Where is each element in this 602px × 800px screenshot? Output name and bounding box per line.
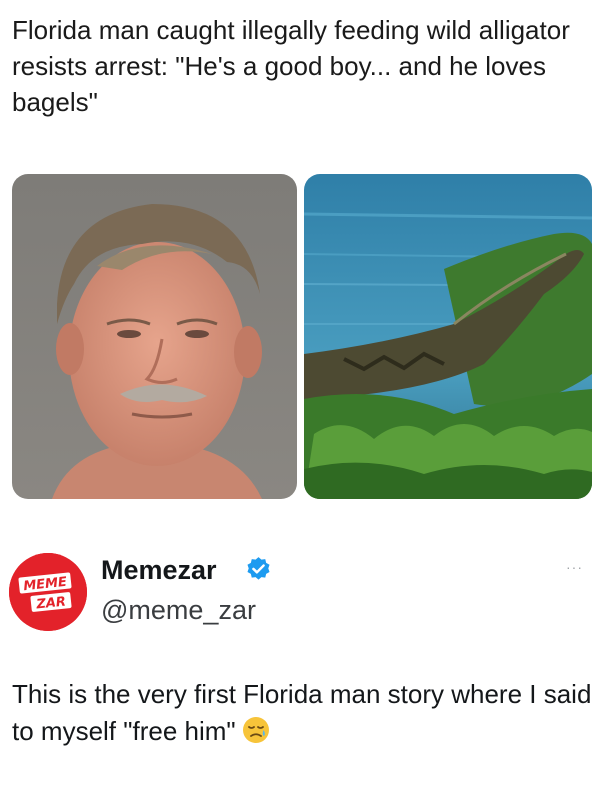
tweet-text: This is the very first Florida man story… <box>12 679 592 746</box>
verified-badge-icon <box>247 557 270 580</box>
memezar-logo: MEME ZAR <box>9 553 87 631</box>
display-name[interactable]: Memezar <box>101 554 217 586</box>
tweet-body: This is the very first Florida man story… <box>12 676 592 750</box>
more-options-icon[interactable]: ··· <box>566 559 583 575</box>
mugshot-photo[interactable] <box>12 174 297 499</box>
alligator-photo[interactable] <box>304 174 592 499</box>
mugshot-image <box>12 174 297 499</box>
sad-relieved-face-emoji <box>242 717 269 743</box>
photo-grid <box>12 174 592 499</box>
avatar-text-line2: ZAR <box>35 594 67 612</box>
handle[interactable]: @meme_zar <box>101 593 256 627</box>
avatar[interactable]: MEME ZAR <box>9 553 87 631</box>
alligator-image <box>304 174 592 499</box>
headline: Florida man caught illegally feeding wil… <box>12 15 570 117</box>
